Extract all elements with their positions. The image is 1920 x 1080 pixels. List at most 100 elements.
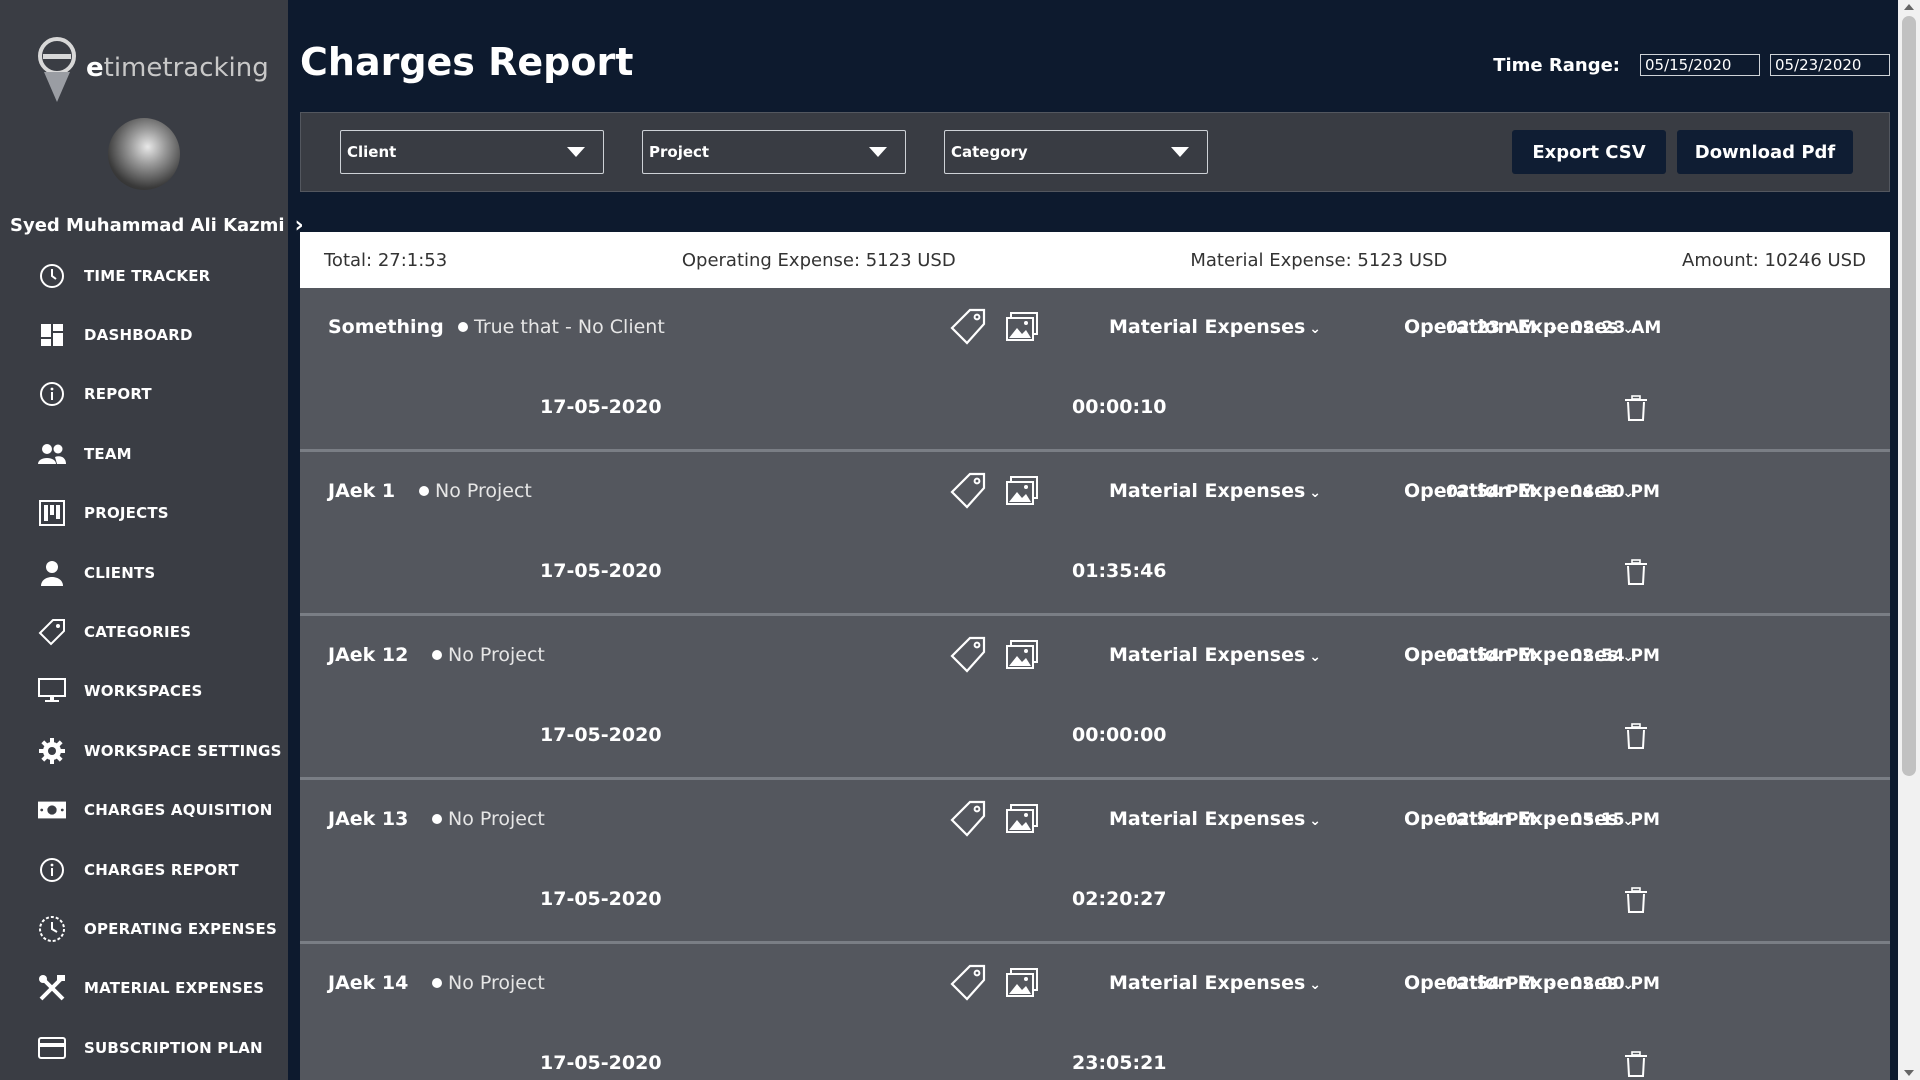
money-icon xyxy=(38,796,66,824)
material-expenses-dropdown[interactable]: Material Expenses ⌄ xyxy=(1109,316,1321,338)
time-range: Time Range: xyxy=(1493,54,1890,76)
material-expenses-dropdown[interactable]: Material Expenses ⌄ xyxy=(1109,644,1321,666)
summary-bar: Total: 27:1:53 Operating Expense: 5123 U… xyxy=(300,232,1890,288)
image-icon[interactable] xyxy=(1006,804,1038,834)
info-icon xyxy=(38,380,66,408)
date-from-input[interactable] xyxy=(1640,54,1760,76)
clock-icon xyxy=(38,262,66,290)
material-expenses-dropdown[interactable]: Material Expenses ⌄ xyxy=(1109,808,1321,830)
summary-amount: Amount: 10246 USD xyxy=(1682,249,1866,271)
user-name: Syed Muhammad Ali Kazmi xyxy=(10,215,285,236)
image-icon[interactable] xyxy=(1006,476,1038,506)
trash-icon[interactable] xyxy=(1624,559,1648,585)
entry-time-range: 02:54 PM -02:54 PM xyxy=(1446,646,1660,666)
entries-list: Something True that - No Client Material… xyxy=(300,288,1890,1080)
caret-down-icon xyxy=(567,147,585,157)
dot-icon xyxy=(432,814,442,824)
entry-name: JAek 1 xyxy=(328,480,396,502)
entry-time-range: 02:54 PM -02:00 PM xyxy=(1446,974,1660,994)
trash-icon[interactable] xyxy=(1624,887,1648,913)
nav-item-charges-aquisition[interactable]: CHARGES AQUISITION xyxy=(0,781,288,840)
dashboard-icon xyxy=(38,321,66,349)
vertical-scrollbar[interactable] xyxy=(1898,0,1920,1080)
scroll-down-icon[interactable] xyxy=(1904,1070,1914,1076)
nav-item-material-expenses[interactable]: MATERIAL EXPENSES xyxy=(0,959,288,1018)
chevron-down-icon: ⌄ xyxy=(1309,321,1322,337)
projects-icon xyxy=(38,499,66,527)
dot-icon xyxy=(432,650,442,660)
material-expenses-dropdown[interactable]: Material Expenses ⌄ xyxy=(1109,480,1321,502)
info-icon xyxy=(38,856,66,884)
monitor-icon xyxy=(38,677,66,705)
brand-logo[interactable]: etimetracking xyxy=(36,36,269,106)
nav-item-charges-report[interactable]: CHARGES REPORT xyxy=(0,840,288,899)
entry-time-range: 02:54 PM -04:30 PM xyxy=(1446,482,1660,502)
entry-name: JAek 13 xyxy=(328,808,409,830)
entry-duration: 23:05:21 xyxy=(1072,1052,1167,1074)
client-select[interactable]: Client xyxy=(340,130,604,174)
image-icon[interactable] xyxy=(1006,968,1038,998)
nav-item-team[interactable]: TEAM xyxy=(0,424,288,483)
entry-date: 17-05-2020 xyxy=(540,724,662,746)
scroll-up-icon[interactable] xyxy=(1904,4,1914,10)
entry-time-range: 02:54 PM -05:15 PM xyxy=(1446,810,1660,830)
nav-item-projects[interactable]: PROJECTS xyxy=(0,484,288,543)
chevron-down-icon: ⌄ xyxy=(1309,649,1322,665)
tag-icon[interactable] xyxy=(950,964,986,1002)
brand-name: etimetracking xyxy=(86,53,269,83)
summary-material-expense: Material Expense: 5123 USD xyxy=(1190,249,1448,271)
dot-icon xyxy=(458,322,468,332)
chevron-down-icon: ⌄ xyxy=(1309,485,1322,501)
tag-icon[interactable] xyxy=(950,800,986,838)
nav-item-time-tracker[interactable]: TIME TRACKER xyxy=(0,246,288,305)
nav-item-dashboard[interactable]: DASHBOARD xyxy=(0,305,288,364)
nav-item-operating-expenses[interactable]: OPERATING EXPENSES xyxy=(0,899,288,958)
nav-item-categories[interactable]: CATEGORIES xyxy=(0,602,288,661)
entry-time-range: 02:23 AM -02:23 AM xyxy=(1446,318,1662,338)
trash-icon[interactable] xyxy=(1624,1051,1648,1077)
tag-icon xyxy=(38,618,66,646)
material-expenses-dropdown[interactable]: Material Expenses ⌄ xyxy=(1109,972,1321,994)
image-icon[interactable] xyxy=(1006,312,1038,342)
user-menu[interactable]: Syed Muhammad Ali Kazmi › xyxy=(10,213,304,238)
chevron-down-icon: ⌄ xyxy=(1309,977,1322,993)
image-icon[interactable] xyxy=(1006,640,1038,670)
caret-down-icon xyxy=(869,147,887,157)
dot-icon xyxy=(419,486,429,496)
date-to-input[interactable] xyxy=(1770,54,1890,76)
sidebar-nav: TIME TRACKER DASHBOARD REPORT TEAM PROJE… xyxy=(0,246,288,1077)
entry-name: JAek 12 xyxy=(328,644,409,666)
entry-date: 17-05-2020 xyxy=(540,888,662,910)
tag-icon[interactable] xyxy=(950,636,986,674)
card-icon xyxy=(38,1034,66,1062)
summary-total: Total: 27:1:53 xyxy=(324,249,448,271)
sidebar: etimetracking Syed Muhammad Ali Kazmi › … xyxy=(0,0,304,1080)
nav-item-report[interactable]: REPORT xyxy=(0,365,288,424)
tag-icon[interactable] xyxy=(950,308,986,346)
entry-name: JAek 14 xyxy=(328,972,409,994)
entry-project: No Project xyxy=(419,480,532,502)
entry-duration: 02:20:27 xyxy=(1072,888,1167,910)
tools-icon xyxy=(38,974,66,1002)
tag-icon[interactable] xyxy=(950,472,986,510)
team-icon xyxy=(38,440,66,468)
entry-date: 17-05-2020 xyxy=(540,560,662,582)
export-csv-button[interactable]: Export CSV xyxy=(1512,130,1666,174)
entry-project: No Project xyxy=(432,644,545,666)
time-range-label: Time Range: xyxy=(1493,54,1620,76)
nav-item-workspaces[interactable]: WORKSPACES xyxy=(0,662,288,721)
nav-item-subscription-plan[interactable]: SUBSCRIPTION PLAN xyxy=(0,1018,288,1077)
trash-icon[interactable] xyxy=(1624,395,1648,421)
project-select[interactable]: Project xyxy=(642,130,906,174)
scrollbar-thumb[interactable] xyxy=(1902,16,1916,776)
download-pdf-button[interactable]: Download Pdf xyxy=(1677,130,1853,174)
chevron-down-icon: ⌄ xyxy=(1309,813,1322,829)
trash-icon[interactable] xyxy=(1624,723,1648,749)
nav-item-clients[interactable]: CLIENTS xyxy=(0,543,288,602)
clock-icon xyxy=(38,915,66,943)
table-row: JAek 13 No Project Material Expenses ⌄ Op… xyxy=(300,780,1890,944)
nav-item-workspace-settings[interactable]: WORKSPACE SETTINGS xyxy=(0,721,288,780)
avatar[interactable] xyxy=(108,118,180,190)
gear-icon xyxy=(38,737,66,765)
category-select[interactable]: Category xyxy=(944,130,1208,174)
